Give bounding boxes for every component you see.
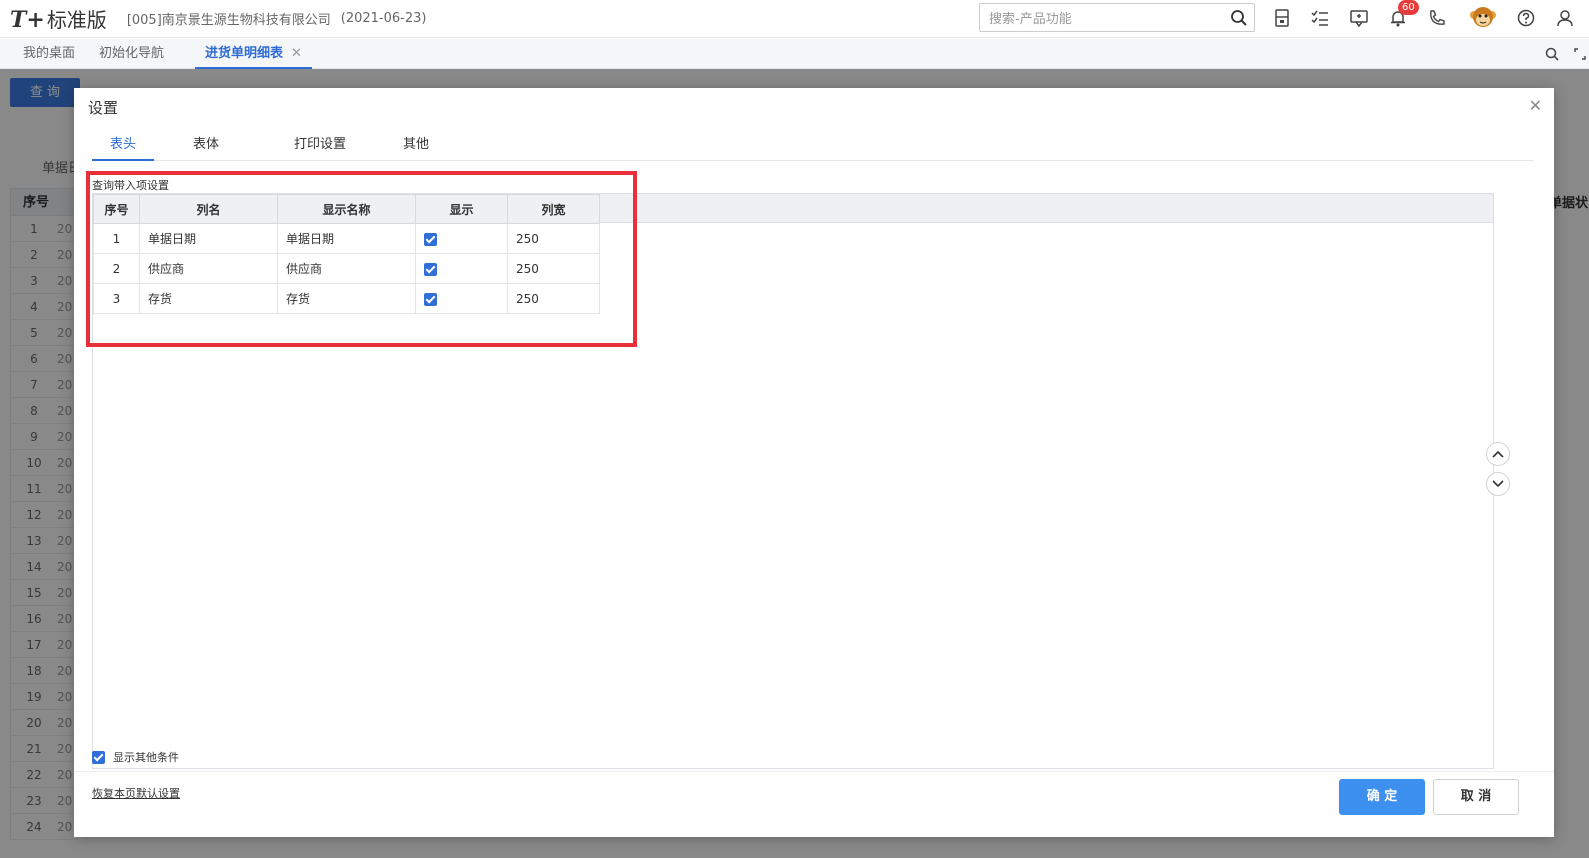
row-display-name[interactable]: 单据日期 — [277, 223, 416, 254]
search-placeholder: 搜索-产品功能 — [989, 12, 1072, 27]
show-checkbox[interactable] — [424, 262, 437, 276]
dialog-title: 设置 — [88, 99, 119, 117]
tab-init-guide[interactable]: 初始化导航 — [99, 39, 164, 69]
task-list-icon[interactable] — [1308, 6, 1332, 30]
login-date: (2021-06-23) — [340, 11, 427, 26]
tab-label: 我的桌面 — [23, 46, 76, 61]
row-display-name[interactable]: 存货 — [277, 283, 416, 314]
fields-table: 序号 列名 显示名称 显示 列宽 1 单据日期 单据日期 250 2 供应商 供… — [93, 194, 600, 314]
row-width[interactable]: 250 — [507, 223, 600, 254]
calculator-icon[interactable] — [1270, 6, 1294, 30]
tab-other[interactable]: 其他 — [388, 128, 444, 161]
footer-divider — [74, 771, 1554, 772]
query-fields-grid: 序号 列名 显示名称 显示 列宽 1 单据日期 单据日期 250 2 供应商 供… — [92, 193, 1494, 769]
col-header-name[interactable]: 列名 — [139, 194, 278, 224]
chevron-down-icon — [1492, 480, 1504, 488]
row-display-name[interactable]: 供应商 — [277, 253, 416, 284]
logo-mark: T+ — [10, 7, 45, 33]
chevron-up-icon — [1492, 450, 1504, 458]
col-header-width[interactable]: 列宽 — [507, 194, 600, 224]
col-header-display-name[interactable]: 显示名称 — [277, 194, 416, 224]
tab-my-desktop[interactable]: 我的桌面 — [23, 39, 75, 69]
row-column-name: 单据日期 — [139, 223, 278, 254]
show-other-checkbox[interactable] — [92, 750, 105, 764]
table-row[interactable]: 1 单据日期 单据日期 250 — [93, 223, 600, 254]
row-column-name: 存货 — [139, 283, 278, 314]
app-header: T+ 标准版 [005]南京景生源生物科技有限公司 (2021-06-23) 搜… — [0, 0, 1589, 38]
show-checkbox[interactable] — [424, 292, 437, 306]
row-show-cell — [415, 253, 508, 284]
tab-body[interactable]: 表体 — [180, 128, 232, 161]
search-input[interactable]: 搜索-产品功能 — [979, 3, 1255, 32]
tab-purchase-detail[interactable]: 进货单明细表 ✕ — [195, 39, 312, 69]
row-column-name: 供应商 — [139, 253, 278, 284]
tab-label: 初始化导航 — [99, 46, 165, 61]
show-checkbox[interactable] — [424, 232, 437, 246]
move-down-button[interactable] — [1486, 472, 1510, 496]
edition-name: 标准版 — [46, 8, 107, 32]
row-seq: 3 — [93, 283, 140, 314]
monkey-avatar-icon[interactable] — [1468, 2, 1498, 32]
tab-print-settings[interactable]: 打印设置 — [270, 128, 370, 161]
expand-icon[interactable] — [1568, 42, 1589, 66]
show-other-conditions[interactable]: 显示其他条件 — [92, 749, 179, 765]
ok-button[interactable]: 确 定 — [1339, 779, 1425, 815]
cancel-button[interactable]: 取 消 — [1433, 779, 1519, 815]
search-icon[interactable] — [1230, 9, 1248, 31]
show-other-label: 显示其他条件 — [113, 751, 179, 764]
notification-bell-icon[interactable]: 60 — [1386, 0, 1419, 30]
settings-dialog: 设置 ✕ 表头 表体 打印设置 其他 查询带入项设置 序号 列名 显示名称 显示… — [74, 88, 1554, 837]
tab-label: 进货单明细表 — [205, 46, 284, 61]
notification-badge: 60 — [1398, 0, 1419, 15]
company-name: [005]南京景生源生物科技有限公司 — [126, 13, 331, 28]
dialog-tabs: 表头 表体 打印设置 其他 — [92, 128, 1534, 161]
row-seq: 1 — [93, 223, 140, 254]
tab-header[interactable]: 表头 — [92, 128, 154, 161]
col-header-show[interactable]: 显示 — [415, 194, 508, 224]
message-icon[interactable] — [1347, 6, 1371, 30]
search-icon[interactable] — [1540, 42, 1564, 66]
row-seq: 2 — [93, 253, 140, 284]
move-up-button[interactable] — [1486, 442, 1510, 466]
close-icon[interactable]: ✕ — [1529, 96, 1542, 115]
app-logo: T+ 标准版 — [10, 4, 107, 33]
phone-icon[interactable] — [1425, 6, 1449, 30]
row-show-cell — [415, 223, 508, 254]
help-icon[interactable] — [1514, 6, 1538, 30]
col-header-seq[interactable]: 序号 — [93, 194, 140, 224]
table-row[interactable]: 3 存货 存货 250 — [93, 283, 600, 314]
close-icon[interactable]: ✕ — [291, 46, 302, 61]
workspace-tabs: 我的桌面 初始化导航 进货单明细表 ✕ — [0, 39, 1589, 69]
row-width[interactable]: 250 — [507, 253, 600, 284]
user-icon[interactable] — [1553, 6, 1577, 30]
row-width[interactable]: 250 — [507, 283, 600, 314]
table-row[interactable]: 2 供应商 供应商 250 — [93, 253, 600, 284]
restore-defaults-link[interactable]: 恢复本页默认设置 — [92, 785, 180, 801]
section-label: 查询带入项设置 — [92, 179, 169, 192]
row-show-cell — [415, 283, 508, 314]
